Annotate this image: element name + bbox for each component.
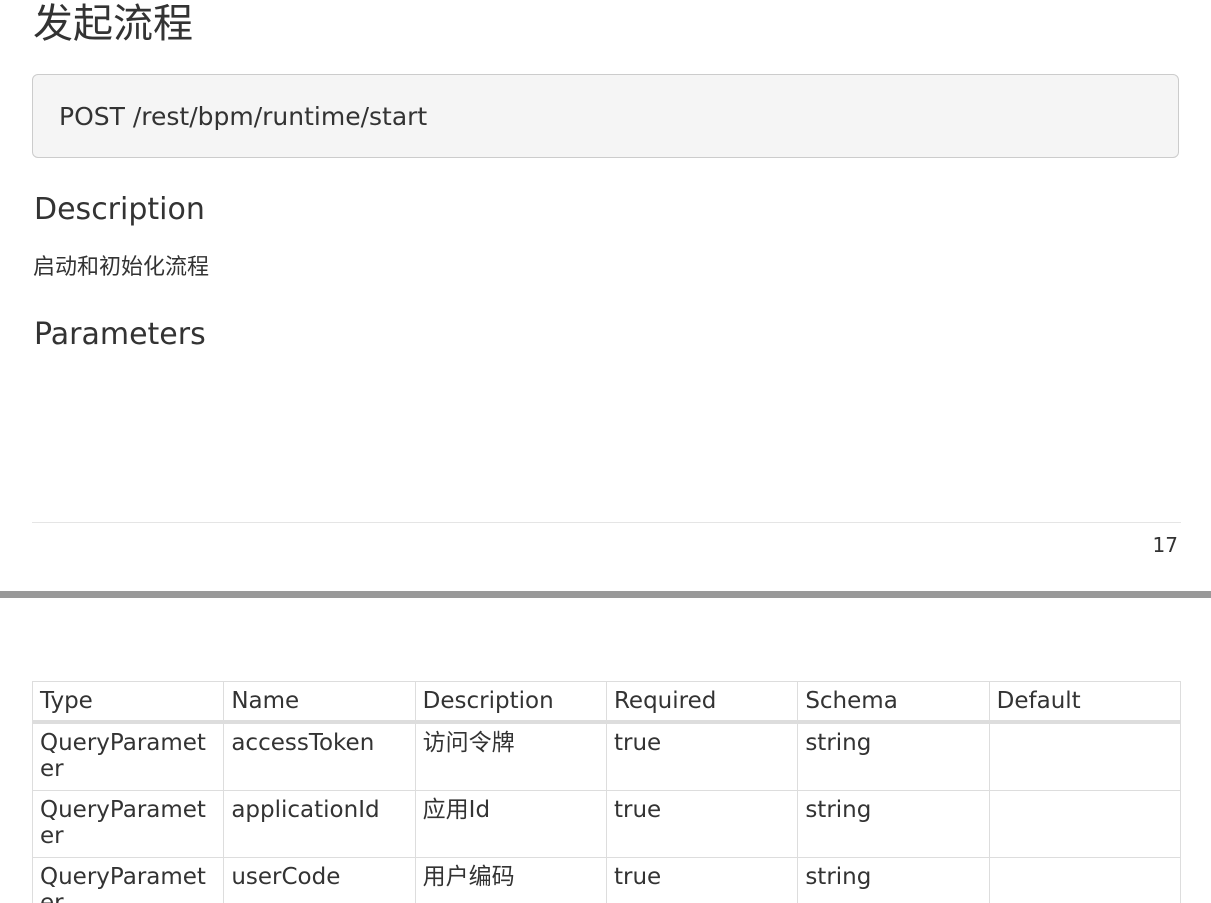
cell-description: 访问令牌	[414, 721, 607, 791]
cell-required: true	[605, 721, 799, 791]
document-page-17: 发起流程 POST /rest/bpm/runtime/start Descri…	[0, 0, 1211, 598]
parameters-heading: Parameters	[34, 317, 206, 352]
footer-divider	[32, 522, 1181, 523]
cell-required: true	[605, 790, 799, 858]
page-break-bar	[0, 591, 1211, 598]
table-header-row: Type Name Description Required Schema De…	[31, 681, 1182, 724]
endpoint-path: POST /rest/bpm/runtime/start	[59, 101, 428, 131]
page-title: 发起流程	[33, 1, 193, 47]
cell-default	[988, 721, 1182, 791]
endpoint-box: POST /rest/bpm/runtime/start	[32, 74, 1179, 158]
cell-description: 应用Id	[414, 790, 607, 858]
table-row: QueryParameter applicationId 应用Id true s…	[31, 790, 1182, 858]
column-header-default: Default	[988, 681, 1182, 724]
column-header-name: Name	[223, 681, 416, 724]
table-row: QueryParameter accessToken 访问令牌 true str…	[31, 721, 1182, 791]
cell-type: QueryParameter	[31, 857, 225, 903]
column-header-type: Type	[31, 681, 225, 724]
column-header-schema: Schema	[797, 681, 990, 724]
cell-default	[988, 790, 1182, 858]
cell-required: true	[605, 857, 799, 903]
cell-schema: string	[797, 721, 990, 791]
cell-description: 用户编码	[414, 857, 607, 903]
page-number: 17	[1152, 533, 1178, 557]
cell-name: userCode	[223, 857, 416, 903]
table-row: QueryParameter userCode 用户编码 true string	[31, 857, 1182, 903]
description-heading: Description	[34, 192, 205, 227]
column-header-description: Description	[414, 681, 607, 724]
description-text: 启动和初始化流程	[33, 255, 210, 280]
cell-schema: string	[797, 790, 990, 858]
cell-name: applicationId	[223, 790, 416, 858]
column-header-required: Required	[605, 681, 799, 724]
cell-type: QueryParameter	[31, 790, 225, 858]
cell-type: QueryParameter	[31, 721, 225, 791]
cell-default	[988, 857, 1182, 903]
parameters-table: Type Name Description Required Schema De…	[31, 681, 1182, 903]
cell-name: accessToken	[223, 721, 416, 791]
cell-schema: string	[797, 857, 990, 903]
